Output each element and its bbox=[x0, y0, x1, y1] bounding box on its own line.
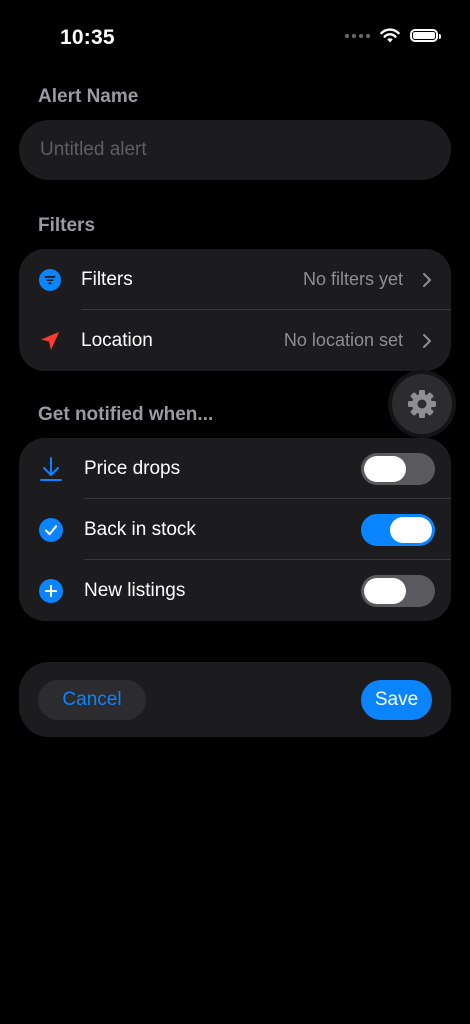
new-listings-row: New listings bbox=[19, 560, 451, 621]
price-drops-row: Price drops bbox=[19, 438, 451, 499]
status-icons bbox=[345, 28, 441, 43]
location-row[interactable]: Location No location set bbox=[19, 310, 451, 371]
filter-icon bbox=[38, 268, 62, 292]
alert-name-input[interactable] bbox=[38, 138, 432, 162]
chevron-right-icon bbox=[423, 333, 431, 348]
location-row-label: Location bbox=[81, 329, 153, 351]
filters-card: Filters No filters yet Location No locat… bbox=[19, 249, 451, 371]
battery-icon bbox=[410, 29, 441, 42]
back-in-stock-row: Back in stock bbox=[19, 499, 451, 560]
chevron-right-icon bbox=[423, 272, 431, 287]
arrow-down-icon bbox=[39, 456, 63, 481]
settings-gear-button[interactable] bbox=[392, 374, 452, 434]
new-listings-toggle[interactable] bbox=[361, 574, 435, 607]
checkmark-circle-icon bbox=[39, 517, 63, 542]
toggle-knob bbox=[364, 455, 406, 482]
save-button[interactable]: Save bbox=[361, 680, 432, 720]
cancel-button[interactable]: Cancel bbox=[38, 680, 146, 720]
action-bar: Cancel Save bbox=[19, 662, 451, 737]
filters-row[interactable]: Filters No filters yet bbox=[19, 249, 451, 310]
toggle-knob bbox=[390, 516, 432, 543]
back-in-stock-label: Back in stock bbox=[84, 518, 196, 540]
status-bar: 10:35 bbox=[0, 0, 470, 76]
price-drops-toggle[interactable] bbox=[361, 452, 435, 485]
cellular-signal-icon bbox=[345, 33, 370, 38]
location-arrow-icon bbox=[38, 329, 62, 353]
filters-section-label: Filters bbox=[38, 215, 96, 236]
back-in-stock-toggle[interactable] bbox=[361, 513, 435, 546]
toggle-knob bbox=[364, 577, 406, 604]
plus-circle-icon bbox=[39, 578, 63, 603]
alert-name-field[interactable] bbox=[19, 120, 451, 180]
gear-icon bbox=[408, 390, 436, 418]
location-row-value: No location set bbox=[283, 330, 403, 350]
alert-name-label: Alert Name bbox=[38, 86, 139, 107]
filters-row-value: No filters yet bbox=[302, 269, 403, 289]
new-listings-label: New listings bbox=[84, 579, 186, 601]
notify-section-label: Get notified when... bbox=[38, 404, 214, 425]
filters-row-label: Filters bbox=[81, 268, 133, 290]
status-time: 10:35 bbox=[60, 26, 115, 49]
price-drops-label: Price drops bbox=[84, 457, 181, 479]
notify-card: Price drops Back in stock New listings bbox=[19, 438, 451, 621]
wifi-icon bbox=[380, 28, 400, 43]
